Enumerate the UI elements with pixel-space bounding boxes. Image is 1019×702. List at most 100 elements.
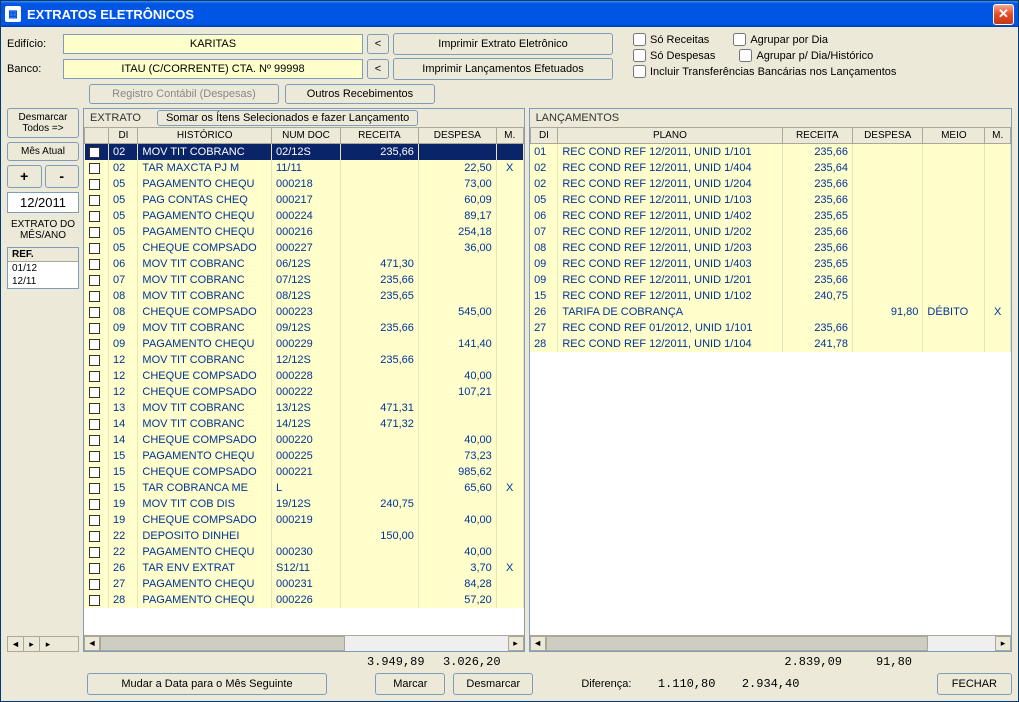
row-checkbox[interactable] — [89, 419, 100, 430]
row-checkbox[interactable] — [89, 355, 100, 366]
mes-atual-button[interactable]: Mês Atual — [7, 142, 79, 161]
col-di[interactable]: DI — [109, 128, 138, 144]
ref-item[interactable]: 12/11 — [8, 275, 78, 288]
table-row[interactable]: 15REC COND REF 12/2011, UNID 1/102240,75 — [530, 288, 1010, 304]
table-row[interactable]: 02TAR MAXCTA PJ M11/1122,50X — [85, 160, 524, 176]
table-row[interactable]: 15PAGAMENTO CHEQU00022573,23 — [85, 448, 524, 464]
cb-incluir-transf[interactable]: Incluir Transferências Bancárias nos Lan… — [633, 65, 896, 78]
table-row[interactable]: 01REC COND REF 12/2011, UNID 1/101235,66 — [530, 144, 1010, 160]
row-checkbox[interactable] — [89, 451, 100, 462]
table-row[interactable]: 05REC COND REF 12/2011, UNID 1/103235,66 — [530, 192, 1010, 208]
row-checkbox[interactable] — [89, 275, 100, 286]
table-row[interactable]: 09MOV TIT COBRANC09/12S235,66 — [85, 320, 524, 336]
lanc-grid[interactable]: DI PLANO RECEITA DESPESA MEIO M. 01REC C… — [530, 127, 1011, 635]
date-field[interactable]: 12/2011 — [7, 192, 79, 213]
row-checkbox[interactable] — [89, 499, 100, 510]
table-row[interactable]: 07MOV TIT COBRANC07/12S235,66 — [85, 272, 524, 288]
row-checkbox[interactable] — [89, 147, 100, 158]
cb-so-despesas[interactable]: Só Despesas — [633, 49, 715, 62]
row-checkbox[interactable] — [89, 323, 100, 334]
col-di[interactable]: DI — [530, 128, 558, 144]
table-row[interactable]: 22PAGAMENTO CHEQU00023040,00 — [85, 544, 524, 560]
col-m[interactable]: M. — [985, 128, 1011, 144]
table-row[interactable]: 09PAGAMENTO CHEQU000229141,40 — [85, 336, 524, 352]
row-checkbox[interactable] — [89, 579, 100, 590]
table-row[interactable]: 09REC COND REF 12/2011, UNID 1/201235,66 — [530, 272, 1010, 288]
table-row[interactable]: 22DEPOSITO DINHEI150,00 — [85, 528, 524, 544]
table-row[interactable]: 12CHEQUE COMPSADO000222107,21 — [85, 384, 524, 400]
col-desp[interactable]: DESPESA — [418, 128, 496, 144]
ref-item[interactable]: 01/12 — [8, 262, 78, 275]
table-row[interactable]: 19CHEQUE COMPSADO00021940,00 — [85, 512, 524, 528]
row-checkbox[interactable] — [89, 515, 100, 526]
table-row[interactable]: 12MOV TIT COBRANC12/12S235,66 — [85, 352, 524, 368]
table-row[interactable]: 08REC COND REF 12/2011, UNID 1/203235,66 — [530, 240, 1010, 256]
table-row[interactable]: 05PAG CONTAS CHEQ00021760,09 — [85, 192, 524, 208]
row-checkbox[interactable] — [89, 563, 100, 574]
row-checkbox[interactable] — [89, 595, 100, 606]
desmarcar-button[interactable]: Desmarcar — [453, 673, 533, 695]
print-extrato-button[interactable]: Imprimir Extrato Eletrônico — [393, 33, 613, 55]
col-plano[interactable]: PLANO — [558, 128, 782, 144]
somar-button[interactable]: Somar os Ítens Selecionados e fazer Lanç… — [157, 110, 418, 126]
edificio-field[interactable]: KARITAS — [63, 34, 363, 54]
banco-field[interactable]: ITAU (C/CORRENTE) CTA. Nº 99998 — [63, 59, 363, 79]
table-row[interactable]: 26TAR ENV EXTRATS12/113,70X — [85, 560, 524, 576]
desmarcar-todos-button[interactable]: Desmarcar Todos => — [7, 108, 79, 138]
outros-recebimentos-button[interactable]: Outros Recebimentos — [285, 84, 435, 104]
row-checkbox[interactable] — [89, 531, 100, 542]
table-row[interactable]: 02REC COND REF 12/2011, UNID 1/404235,64 — [530, 160, 1010, 176]
row-checkbox[interactable] — [89, 435, 100, 446]
col-desp[interactable]: DESPESA — [852, 128, 922, 144]
row-checkbox[interactable] — [89, 483, 100, 494]
table-row[interactable]: 02MOV TIT COBRANC02/12S235,66 — [85, 144, 524, 161]
edificio-back-button[interactable]: < — [367, 34, 389, 54]
table-row[interactable]: 14MOV TIT COBRANC14/12S471,32 — [85, 416, 524, 432]
table-row[interactable]: 15TAR COBRANCA MEL65,60X — [85, 480, 524, 496]
table-row[interactable]: 28PAGAMENTO CHEQU00022657,20 — [85, 592, 524, 608]
registro-contabil-button[interactable]: Registro Contábil (Despesas) — [89, 84, 279, 104]
table-row[interactable]: 28REC COND REF 12/2011, UNID 1/104241,78 — [530, 336, 1010, 352]
table-row[interactable]: 27REC COND REF 01/2012, UNID 1/101235,66 — [530, 320, 1010, 336]
table-row[interactable]: 15CHEQUE COMPSADO000221985,62 — [85, 464, 524, 480]
row-checkbox[interactable] — [89, 547, 100, 558]
row-checkbox[interactable] — [89, 259, 100, 270]
row-checkbox[interactable] — [89, 339, 100, 350]
table-row[interactable]: 26TARIFA DE COBRANÇA91,80DÉBITOX — [530, 304, 1010, 320]
table-row[interactable]: 05CHEQUE COMPSADO00022736,00 — [85, 240, 524, 256]
table-row[interactable]: 27PAGAMENTO CHEQU00023184,28 — [85, 576, 524, 592]
marcar-button[interactable]: Marcar — [375, 673, 445, 695]
lanc-hscroll[interactable]: ◄▸ — [530, 635, 1011, 651]
table-row[interactable]: 05PAGAMENTO CHEQU00022489,17 — [85, 208, 524, 224]
row-checkbox[interactable] — [89, 179, 100, 190]
table-row[interactable]: 07REC COND REF 12/2011, UNID 1/202235,66 — [530, 224, 1010, 240]
cb-agrupar-dia[interactable]: Agrupar por Dia — [733, 33, 828, 46]
table-row[interactable]: 14CHEQUE COMPSADO00022040,00 — [85, 432, 524, 448]
close-button[interactable]: ✕ — [993, 4, 1014, 25]
mudar-data-button[interactable]: Mudar a Data para o Mês Seguinte — [87, 673, 327, 695]
minus-button[interactable]: - — [45, 165, 80, 188]
col-m[interactable]: M. — [496, 128, 523, 144]
table-row[interactable]: 08MOV TIT COBRANC08/12S235,65 — [85, 288, 524, 304]
sidebar-scroll[interactable]: ◄▸▸ — [7, 636, 79, 652]
row-checkbox[interactable] — [89, 243, 100, 254]
extrato-hscroll[interactable]: ◄▸ — [84, 635, 524, 651]
col-meio[interactable]: MEIO — [923, 128, 985, 144]
col-hist[interactable]: HISTÓRICO — [138, 128, 272, 144]
row-checkbox[interactable] — [89, 291, 100, 302]
row-checkbox[interactable] — [89, 387, 100, 398]
table-row[interactable]: 05PAGAMENTO CHEQU00021873,00 — [85, 176, 524, 192]
banco-back-button[interactable]: < — [367, 59, 389, 79]
table-row[interactable]: 19MOV TIT COB DIS19/12S240,75 — [85, 496, 524, 512]
table-row[interactable]: 05PAGAMENTO CHEQU000216254,18 — [85, 224, 524, 240]
table-row[interactable]: 08CHEQUE COMPSADO000223545,00 — [85, 304, 524, 320]
col-num[interactable]: NUM DOC — [271, 128, 340, 144]
table-row[interactable]: 12CHEQUE COMPSADO00022840,00 — [85, 368, 524, 384]
row-checkbox[interactable] — [89, 211, 100, 222]
row-checkbox[interactable] — [89, 163, 100, 174]
print-lanc-button[interactable]: Imprimir Lançamentos Efetuados — [393, 58, 613, 80]
row-checkbox[interactable] — [89, 307, 100, 318]
row-checkbox[interactable] — [89, 195, 100, 206]
row-checkbox[interactable] — [89, 467, 100, 478]
table-row[interactable]: 02REC COND REF 12/2011, UNID 1/204235,66 — [530, 176, 1010, 192]
